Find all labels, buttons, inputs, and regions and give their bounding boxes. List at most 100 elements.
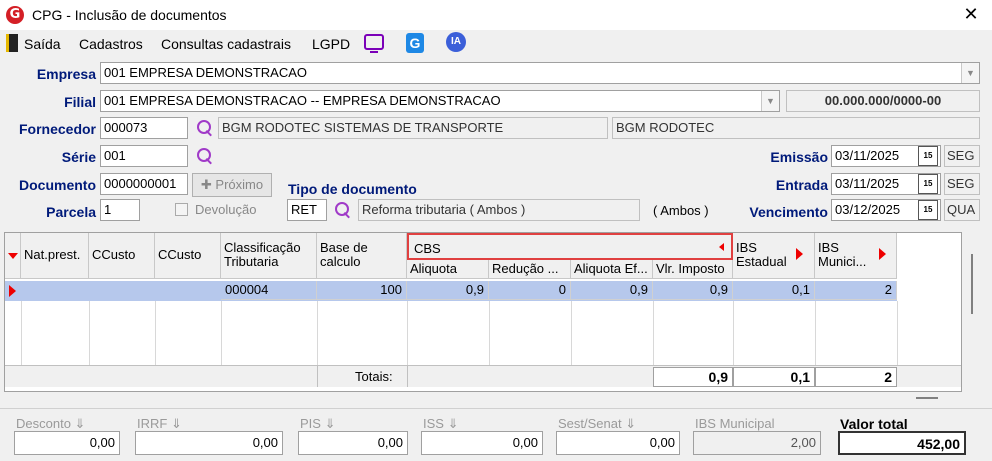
calendar-icon[interactable]: 15 xyxy=(918,146,938,166)
footer-divider xyxy=(0,408,992,409)
fornecedor-code-input[interactable]: 000073 xyxy=(100,117,188,139)
tipo-documento-scope: ( Ambos ) xyxy=(653,203,709,218)
ia-icon[interactable]: IA xyxy=(446,32,466,52)
cell-classificacao: 000004 xyxy=(221,281,317,300)
documento-input[interactable]: 0000000001 xyxy=(100,173,188,195)
header-classificacao-line2: Tributaria xyxy=(224,254,279,269)
fornecedor-label: Fornecedor xyxy=(18,121,96,137)
proximo-label: Próximo xyxy=(215,177,264,192)
header-cbs-reducao[interactable]: Redução ... xyxy=(489,260,571,279)
menu-cadastros[interactable]: Cadastros xyxy=(79,36,143,52)
g-app-icon[interactable]: G xyxy=(406,33,424,53)
header-cbs-aliquota-ef[interactable]: Aliquota Ef... xyxy=(571,260,653,279)
vencimento-label: Vencimento xyxy=(749,204,828,220)
filial-select[interactable]: 001 EMPRESA DEMONSTRACAO -- EMPRESA DEMO… xyxy=(100,90,780,112)
entrada-weekday: SEG xyxy=(944,173,980,195)
cell-aliquota-ef: 0,9 xyxy=(571,281,653,300)
row-indicator-header xyxy=(5,233,21,279)
scrollbar-thumb[interactable] xyxy=(971,254,973,314)
header-cbs-aliquota[interactable]: Aliquota xyxy=(407,260,489,279)
sest-senat-label: Sest/Senat ⇓ xyxy=(558,416,637,431)
iss-field[interactable]: 0,00 xyxy=(421,431,543,455)
header-base-line2: calculo xyxy=(320,254,361,269)
grid-line xyxy=(155,301,156,365)
chevron-down-icon[interactable]: ▼ xyxy=(761,91,779,111)
title-bar: G CPG - Inclusão de documentos ✕ xyxy=(0,0,992,30)
calendar-icon[interactable]: 15 xyxy=(918,200,938,220)
menu-saida[interactable]: Saída xyxy=(24,36,61,52)
collapse-left-icon[interactable] xyxy=(719,243,724,251)
screen-icon[interactable] xyxy=(364,34,384,53)
totals-label: Totais: xyxy=(355,369,393,384)
menu-consultas-cadastrais[interactable]: Consultas cadastrais xyxy=(161,36,291,52)
devolucao-label: Devolução xyxy=(195,202,257,217)
devolucao-checkbox[interactable] xyxy=(175,203,188,216)
grid-line xyxy=(221,301,222,365)
header-ccusto-2[interactable]: CCusto xyxy=(155,233,221,279)
total-ibs-municipal: 2 xyxy=(815,367,897,387)
cell-ibs-municipal: 2 xyxy=(815,281,897,300)
expand-right-icon[interactable] xyxy=(879,248,886,260)
tipo-documento-code-input[interactable]: RET xyxy=(287,199,327,221)
grid-line xyxy=(897,301,898,365)
calendar-icon[interactable]: 15 xyxy=(918,174,938,194)
sort-down-icon xyxy=(8,253,18,259)
search-icon[interactable] xyxy=(196,119,214,137)
grid-line xyxy=(733,301,734,365)
chevron-down-icon[interactable]: ▼ xyxy=(961,63,979,83)
table-row[interactable]: 000004 100 0,9 0 0,9 0,9 0,1 2 xyxy=(5,281,897,301)
header-cbs-group[interactable]: CBS xyxy=(407,233,733,260)
menu-lgpd[interactable]: LGPD xyxy=(312,36,350,52)
header-ibs-estadual[interactable]: IBS Estadual xyxy=(733,233,815,279)
vencimento-weekday: QUA xyxy=(944,199,980,221)
sest-senat-field[interactable]: 0,00 xyxy=(556,431,680,455)
grid-line xyxy=(317,301,318,365)
parcela-label: Parcela xyxy=(46,204,96,220)
emissao-weekday: SEG xyxy=(944,145,980,167)
documento-label: Documento xyxy=(19,177,96,193)
header-classificacao[interactable]: Classificação Tributaria xyxy=(221,233,317,279)
serie-input[interactable]: 001 xyxy=(100,145,188,167)
grid-line xyxy=(21,301,22,365)
header-ibs-municipal[interactable]: IBS Munici... xyxy=(815,233,897,279)
header-cbs-vlr-imposto[interactable]: Vlr. Imposto xyxy=(653,260,733,279)
ibs-municipal-field: 2,00 xyxy=(693,431,821,455)
grid-line xyxy=(815,301,816,365)
vencimento-date: 03/12/2025 xyxy=(835,202,901,217)
emissao-label: Emissão xyxy=(770,149,828,165)
tipo-documento-desc: Reforma tributaria ( Ambos ) xyxy=(358,199,640,221)
empresa-label: Empresa xyxy=(36,66,96,82)
cell-reducao: 0 xyxy=(489,281,571,300)
iss-label: ISS ⇓ xyxy=(423,416,459,431)
search-icon[interactable] xyxy=(334,201,352,219)
close-icon[interactable]: ✕ xyxy=(958,3,984,27)
header-nat-prest[interactable]: Nat.prest. xyxy=(21,233,89,279)
valor-total-field: 452,00 xyxy=(838,431,966,455)
irrf-label: IRRF ⇓ xyxy=(137,416,182,431)
exit-icon[interactable] xyxy=(6,34,18,52)
header-classificacao-line1: Classificação xyxy=(224,240,301,255)
filial-label: Filial xyxy=(64,94,96,110)
header-base-calculo[interactable]: Base de calculo xyxy=(317,233,407,279)
expand-right-icon[interactable] xyxy=(796,248,803,260)
search-icon[interactable] xyxy=(196,147,214,165)
pis-field[interactable]: 0,00 xyxy=(298,431,408,455)
tipo-documento-label: Tipo de documento xyxy=(288,181,417,197)
grid-line xyxy=(89,301,90,365)
total-vlr-imposto: 0,9 xyxy=(653,367,733,387)
header-base-line1: Base de xyxy=(320,240,368,255)
window-title: CPG - Inclusão de documentos xyxy=(32,7,227,23)
desconto-field[interactable]: 0,00 xyxy=(14,431,120,455)
desconto-label: Desconto ⇓ xyxy=(16,416,86,431)
parcela-input[interactable]: 1 xyxy=(100,199,140,221)
entrada-date: 03/11/2025 xyxy=(835,176,900,191)
items-grid[interactable]: Nat.prest. CCusto CCusto Classificação T… xyxy=(4,232,962,392)
header-ccusto-1[interactable]: CCusto xyxy=(89,233,155,279)
emissao-date: 03/11/2025 xyxy=(835,148,900,163)
vertical-scrollbar[interactable] xyxy=(962,232,986,400)
splitter-handle[interactable] xyxy=(916,397,938,399)
proximo-button[interactable]: ✚ Próximo xyxy=(192,173,272,197)
empresa-select[interactable]: 001 EMPRESA DEMONSTRACAO ▼ xyxy=(100,62,980,84)
irrf-field[interactable]: 0,00 xyxy=(135,431,283,455)
grid-line xyxy=(571,301,572,365)
